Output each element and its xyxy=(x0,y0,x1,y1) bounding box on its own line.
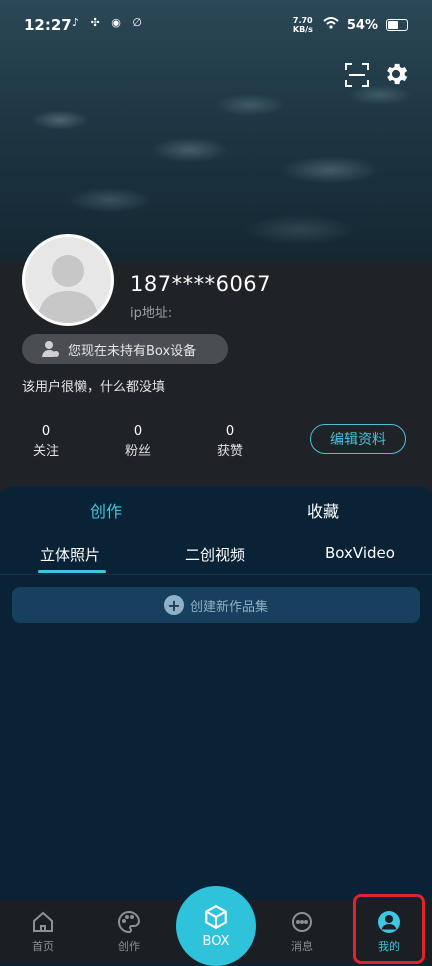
ip-label: ip地址: xyxy=(130,306,173,321)
net-speed: 7.70 KB/s xyxy=(292,16,313,34)
nav-create[interactable]: 创作 xyxy=(99,910,159,954)
divider xyxy=(0,574,432,575)
gear-icon[interactable] xyxy=(382,60,410,88)
subtab-boxvideo[interactable]: BoxVideo xyxy=(325,544,395,562)
avatar[interactable] xyxy=(22,234,114,326)
palette-icon xyxy=(117,910,141,934)
following-count: 0 xyxy=(41,424,51,439)
device-status-text: 您现在未持有Box设备 xyxy=(68,343,197,359)
create-collection-button[interactable]: + 创建新作品集 xyxy=(12,587,420,623)
stat-followers[interactable]: 0 粉丝 xyxy=(108,424,168,459)
cube-icon xyxy=(203,904,229,934)
device-status-pill[interactable]: 您现在未持有Box设备 xyxy=(22,334,228,364)
followers-label: 粉丝 xyxy=(124,444,151,459)
active-subtab-indicator xyxy=(38,570,106,573)
status-bar: 12:27 ♪ ✣ ◉ ∅ 7.70 KB/s 54% xyxy=(0,0,432,52)
user-bio: 该用户很懒，什么都没填 xyxy=(22,380,166,395)
following-label: 关注 xyxy=(32,444,59,459)
tab-favorites[interactable]: 收藏 xyxy=(307,498,339,522)
nav-home[interactable]: 首页 xyxy=(13,910,73,954)
nav-home-label: 首页 xyxy=(32,940,54,953)
wifi-icon xyxy=(323,17,339,33)
status-app-icons: ♪ ✣ ◉ ∅ xyxy=(72,16,146,29)
home-icon xyxy=(31,910,55,934)
user-device-icon xyxy=(42,340,60,358)
battery-percent: 54% xyxy=(346,17,378,33)
subtab-remix-videos[interactable]: 二创视频 xyxy=(185,544,245,565)
status-indicators: 7.70 KB/s 54% xyxy=(293,16,408,34)
nav-create-label: 创作 xyxy=(118,940,140,953)
plus-icon: + xyxy=(163,595,184,615)
username: 187****6067 xyxy=(130,272,272,296)
nav-messages[interactable]: 消息 xyxy=(272,910,332,954)
likes-count: 0 xyxy=(225,424,235,439)
nav-messages-label: 消息 xyxy=(291,940,313,953)
battery-icon xyxy=(386,19,408,31)
subtab-3d-photos[interactable]: 立体照片 xyxy=(40,544,100,565)
scan-icon[interactable] xyxy=(344,62,370,88)
tab-create[interactable]: 创作 xyxy=(90,498,122,522)
edit-profile-button[interactable]: 编辑资料 xyxy=(310,424,406,454)
box-button-label: BOX xyxy=(202,933,230,949)
status-time: 12:27 xyxy=(24,16,72,34)
chat-icon xyxy=(290,910,314,934)
box-button[interactable]: BOX xyxy=(176,886,256,966)
likes-label: 获赞 xyxy=(216,444,243,459)
stat-likes[interactable]: 0 获赞 xyxy=(200,424,260,459)
stat-following[interactable]: 0 关注 xyxy=(16,424,76,459)
selection-highlight-box xyxy=(353,894,425,964)
create-collection-label: 创建新作品集 xyxy=(189,599,268,615)
followers-count: 0 xyxy=(133,424,143,439)
